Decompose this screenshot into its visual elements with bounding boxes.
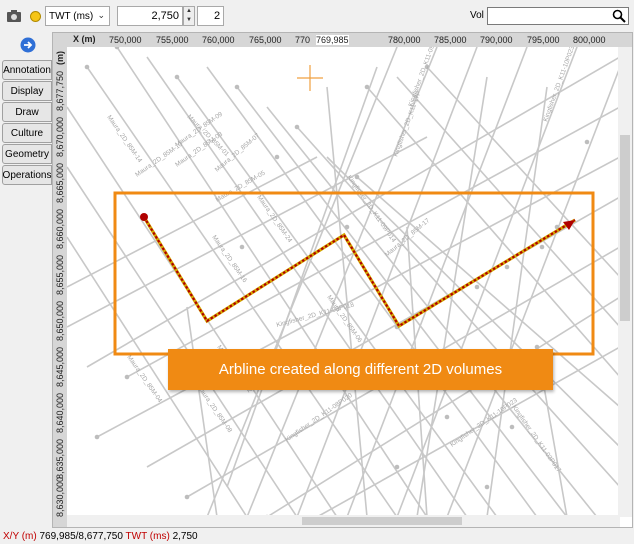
callout-banner: Arbline created along different 2D volum… [168, 349, 553, 390]
basemap-canvas[interactable]: Maura_2D_85M-01Maura_2D_85M-03Maura_2D_8… [67, 47, 620, 517]
x-tick: 765,000 [249, 35, 282, 45]
survey-line[interactable] [96, 156, 620, 438]
tab-geometry[interactable]: Geometry [2, 144, 52, 164]
survey-line-endpoint [84, 64, 90, 70]
survey-line-endpoint [184, 494, 190, 500]
status-bar: X/Y (m) 769,985/8,677,750 TWT (ms) 2,750 [3, 531, 198, 542]
arbline-start-node[interactable] [140, 213, 148, 221]
survey-line[interactable] [296, 47, 478, 517]
y-tick: 8,645,000 [55, 346, 65, 387]
basemap-view[interactable]: X (m) 750,000 755,000 760,000 765,000 77… [52, 32, 633, 528]
vol-label: Vol [470, 10, 484, 21]
y-tick: 8,650,000 [55, 300, 65, 341]
survey-line-endpoint [484, 484, 490, 490]
horizontal-scrollbar[interactable] [67, 515, 620, 527]
survey-line-endpoint [124, 374, 130, 380]
survey-line-endpoint [239, 244, 245, 250]
y-tick: 8,635,000 [55, 438, 65, 479]
x-tick: 770 [295, 35, 311, 45]
x-tick: 750,000 [109, 35, 142, 45]
zdomain-select-value: TWT (ms) [49, 10, 94, 22]
y-axis-title: (m) [55, 51, 65, 65]
x-tick: 780,000 [388, 35, 421, 45]
tab-display[interactable]: Display [2, 81, 52, 101]
tab-operations[interactable]: Operations [2, 165, 52, 185]
y-tick: 8,630,000 [55, 476, 65, 517]
status-twt-value: 2,750 [172, 531, 198, 542]
x-cursor-readout: 769,985 [316, 35, 349, 45]
survey-line-endpoint [509, 424, 515, 430]
side-tab-list: Annotation Display Draw Culture Geometry… [2, 60, 52, 186]
y-tick: 8,640,000 [55, 392, 65, 433]
zdomain-select[interactable]: TWT (ms) ⌄ [45, 6, 110, 26]
x-axis-title: X (m) [73, 34, 96, 44]
x-tick: 790,000 [480, 35, 513, 45]
status-xy-label: X/Y (m) [3, 531, 37, 542]
toolbar: TWT (ms) ⌄ 2,750 ▲ ▼ 2 Vol [0, 0, 634, 32]
survey-line-endpoint [294, 124, 300, 130]
spin-up-icon[interactable]: ▲ [186, 7, 192, 16]
y-tick: 8,670,000 [55, 116, 65, 157]
horizontal-scroll-thumb[interactable] [302, 517, 462, 525]
tab-annotation[interactable]: Annotation [2, 60, 52, 80]
survey-line-endpoint [344, 224, 350, 230]
survey-line-endpoint [174, 74, 180, 80]
survey-line-endpoint [504, 264, 510, 270]
camera-icon[interactable] [4, 8, 24, 24]
x-tick: 755,000 [156, 35, 189, 45]
survey-line[interactable] [416, 76, 488, 517]
survey-line-endpoint [234, 84, 240, 90]
spin-down-icon[interactable]: ▼ [186, 16, 192, 25]
survey-line[interactable] [326, 156, 620, 448]
survey-line[interactable] [396, 76, 620, 328]
tab-culture[interactable]: Culture [2, 123, 52, 143]
x-tick: 785,000 [434, 35, 467, 45]
survey-line-endpoint [94, 434, 100, 440]
survey-line-endpoint [444, 414, 450, 420]
x-tick: 800,000 [573, 35, 606, 45]
navigate-arrow-icon[interactable] [20, 37, 36, 53]
chevron-down-icon: ⌄ [97, 10, 105, 20]
search-icon[interactable] [612, 9, 626, 23]
tab-draw[interactable]: Draw [2, 102, 52, 122]
cursor-crosshair-icon [297, 65, 323, 91]
y-tick: 8,655,000 [55, 254, 65, 295]
vol-search-input[interactable] [487, 7, 629, 25]
survey-line-endpoint [474, 284, 480, 290]
survey-line-endpoint [584, 139, 590, 145]
y-axis-ruler: (m) 8,677,750 8,670,000 8,665,000 8,660,… [53, 33, 67, 527]
survey-line-label: Maura_2D_85M-24 [255, 194, 293, 244]
zdomain-indicator-icon [30, 11, 41, 22]
survey-line-label: Maura_2D_85M-06 [325, 294, 363, 344]
status-twt-label: TWT (ms) [125, 531, 170, 542]
x-axis-ruler: X (m) 750,000 755,000 760,000 765,000 77… [53, 33, 632, 47]
y-tick: 8,665,000 [55, 162, 65, 203]
survey-line[interactable] [67, 166, 298, 517]
y-tick: 8,677,750 [55, 70, 65, 111]
survey-line[interactable] [226, 66, 378, 488]
time-slice-spinner[interactable]: ▲ ▼ [183, 6, 195, 26]
x-tick: 795,000 [527, 35, 560, 45]
y-tick: 8,660,000 [55, 208, 65, 249]
status-xy-value: 769,985/8,677,750 [39, 531, 123, 542]
time-slice-input[interactable]: 2,750 [117, 6, 183, 26]
survey-line-endpoint [539, 244, 545, 250]
step-input[interactable]: 2 [197, 6, 224, 26]
vertical-scrollbar[interactable] [618, 47, 632, 517]
survey-line-endpoint [274, 154, 280, 160]
vertical-scroll-thumb[interactable] [620, 135, 630, 321]
x-tick: 760,000 [202, 35, 235, 45]
survey-line-endpoint [364, 84, 370, 90]
survey-line-endpoint [394, 464, 400, 470]
survey-line-label: Kingfisher_2D_K11-09P014 [345, 174, 397, 244]
